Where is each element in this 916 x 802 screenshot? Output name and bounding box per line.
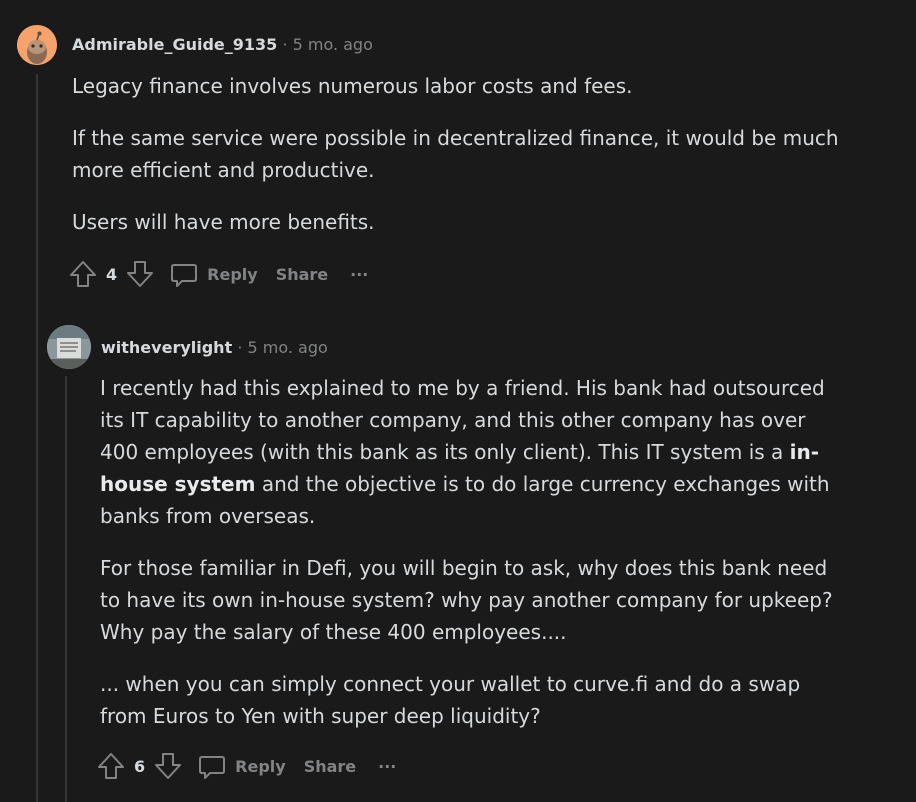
upvote-icon[interactable] [68, 259, 98, 289]
paragraph-text: I recently had this explained to me by a… [100, 376, 825, 464]
username[interactable]: Admirable_Guide_9135 [72, 35, 277, 54]
comment-meta: witheverylight · 5 mo. ago [101, 338, 328, 357]
comment-bubble-icon [199, 756, 226, 779]
reply-button[interactable]: Reply [169, 259, 258, 289]
comment-body: I recently had this explained to me by a… [100, 372, 845, 752]
comment-actions: 6 Reply Share ··· [96, 750, 396, 782]
comment-paragraph: If the same service were possible in dec… [72, 126, 839, 182]
thread-line-root[interactable] [36, 74, 38, 802]
comment-paragraph: I recently had this explained to me by a… [100, 372, 845, 532]
more-options-icon[interactable]: ··· [378, 757, 396, 776]
username[interactable]: witheverylight [101, 338, 232, 357]
snoo-avatar-icon [17, 25, 57, 65]
comment-bubble-icon [171, 264, 198, 287]
reply-button[interactable]: Reply [197, 751, 286, 781]
avatar[interactable] [17, 25, 57, 65]
timestamp[interactable]: 5 mo. ago [248, 338, 328, 357]
share-button[interactable]: Share [276, 265, 328, 284]
meta-separator: · [282, 35, 288, 54]
timestamp[interactable]: 5 mo. ago [293, 35, 373, 54]
vote-count: 6 [134, 756, 146, 776]
comment-paragraph: Legacy finance involves numerous labor c… [72, 74, 633, 98]
share-button[interactable]: Share [304, 757, 356, 776]
avatar[interactable] [47, 325, 91, 369]
reply-label: Reply [207, 264, 258, 284]
comment-paragraph: For those familiar in Defi, you will beg… [100, 556, 833, 644]
downvote-icon[interactable] [125, 259, 155, 289]
comment-paragraph: ... when you can simply connect your wal… [100, 672, 801, 728]
vote-count: 4 [106, 264, 118, 284]
downvote-icon[interactable] [153, 751, 183, 781]
comment-meta: Admirable_Guide_9135 · 5 mo. ago [72, 35, 373, 54]
comment-paragraph: Users will have more benefits. [72, 210, 375, 234]
comment-body: Legacy finance involves numerous labor c… [72, 70, 842, 258]
thread-line-reply[interactable] [65, 376, 67, 802]
more-options-icon[interactable]: ··· [350, 265, 368, 284]
profile-image-icon [47, 325, 91, 369]
comment-actions: 4 Reply Share ··· [68, 258, 368, 290]
upvote-icon[interactable] [96, 751, 126, 781]
reply-label: Reply [235, 756, 286, 776]
meta-separator: · [237, 338, 243, 357]
